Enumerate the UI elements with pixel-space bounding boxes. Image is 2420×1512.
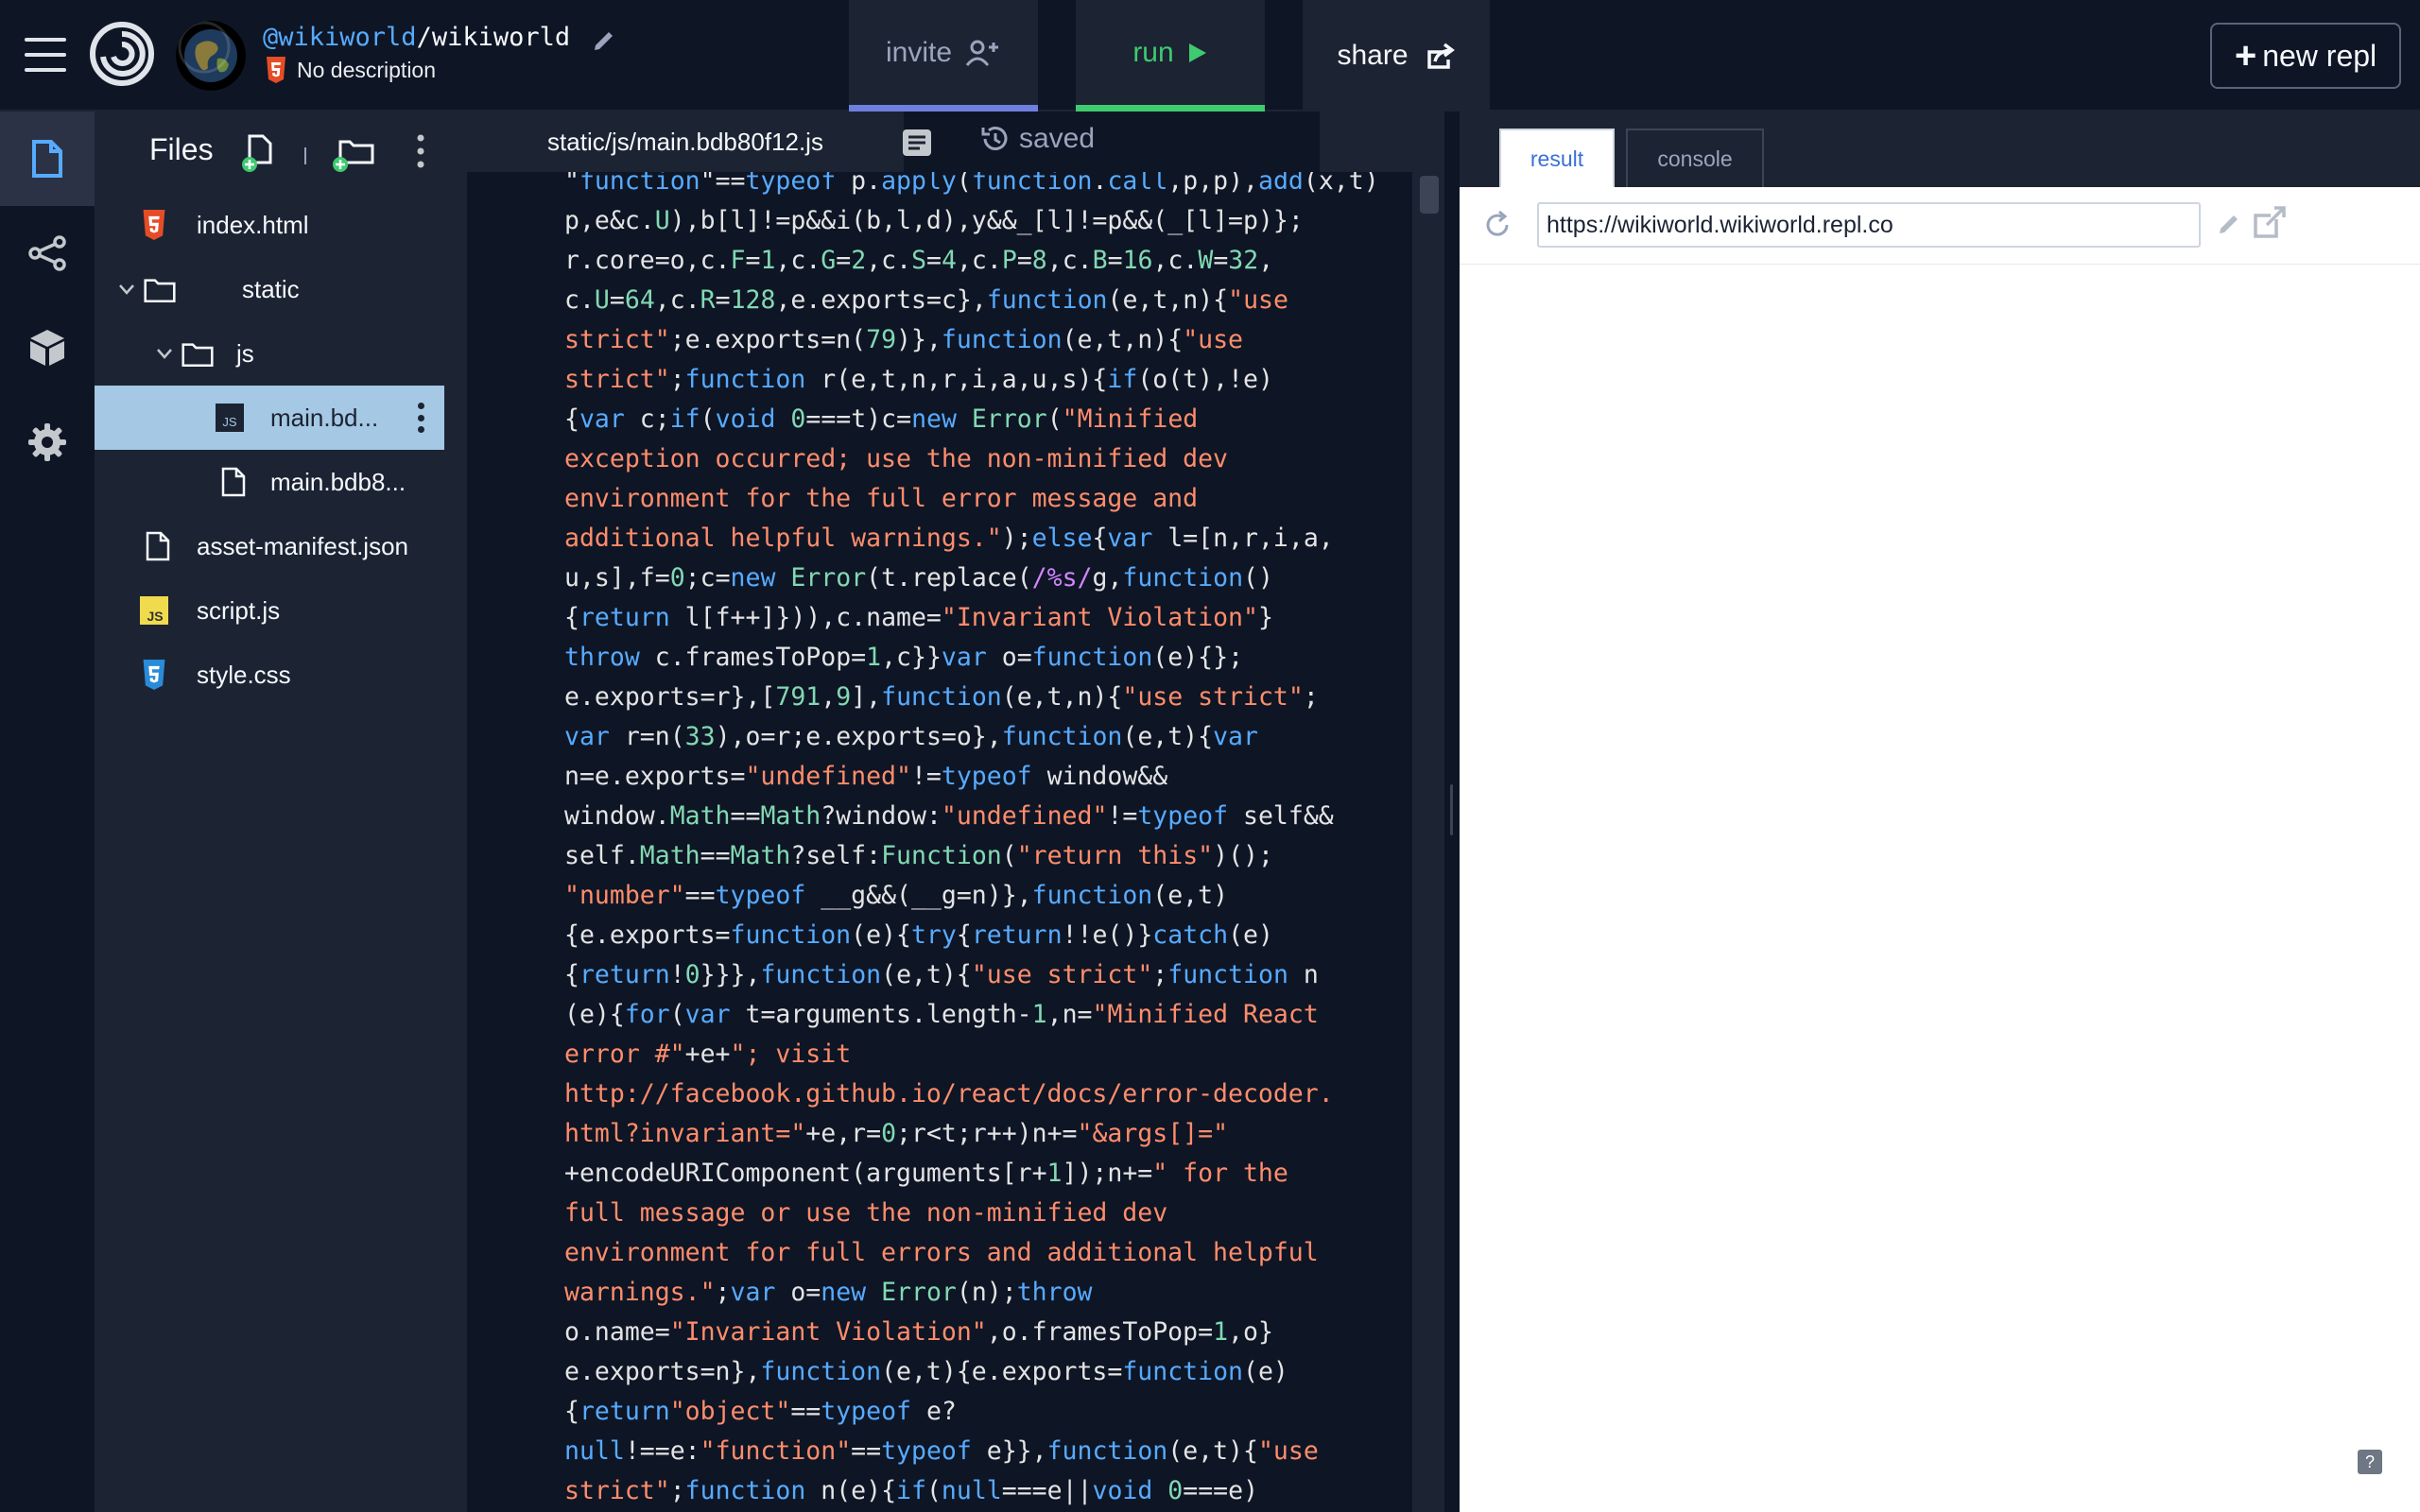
repl-description-row[interactable]: No description bbox=[265, 57, 436, 83]
invite-button[interactable]: invite bbox=[849, 0, 1038, 112]
file-asset-manifest[interactable]: asset-manifest.json bbox=[95, 514, 444, 578]
header-divider bbox=[304, 147, 306, 164]
preview-tab-bar: result console bbox=[1460, 112, 2420, 187]
html5-icon bbox=[138, 209, 170, 241]
preview-url-bar bbox=[1460, 187, 2420, 265]
repl-description: No description bbox=[297, 57, 437, 82]
avatar[interactable] bbox=[176, 21, 246, 91]
help-button[interactable]: ? bbox=[2358, 1450, 2382, 1474]
chevron-down-icon bbox=[119, 284, 134, 295]
preview-url-input[interactable] bbox=[1537, 202, 2201, 248]
editor-file-tab[interactable]: static/js/main.bdb80f12.js bbox=[463, 112, 908, 172]
js-file-icon: JS bbox=[214, 402, 246, 434]
code-editor: static/js/main.bdb80f12.js saved "functi… bbox=[444, 112, 1444, 1512]
file-label: main.bd... bbox=[270, 403, 379, 432]
code-text-area[interactable]: "function"==typeof p.apply(function.call… bbox=[467, 172, 1412, 1512]
files-title: Files bbox=[149, 132, 214, 166]
replit-logo-icon[interactable] bbox=[89, 21, 155, 87]
files-nav[interactable] bbox=[0, 112, 95, 206]
gear-icon bbox=[28, 423, 66, 461]
chevron-down-icon bbox=[157, 349, 172, 359]
top-bar: @wikiworld/wikiworld No description invi… bbox=[0, 0, 2420, 112]
invite-label: invite bbox=[885, 36, 953, 68]
settings-nav[interactable] bbox=[0, 395, 95, 490]
share-label: share bbox=[1337, 40, 1409, 71]
editor-tab-bar: static/js/main.bdb80f12.js saved bbox=[444, 112, 1444, 172]
folder-icon bbox=[182, 337, 214, 369]
editor-resize-handle[interactable] bbox=[1450, 784, 1453, 835]
packages-nav[interactable] bbox=[0, 301, 95, 395]
folder-static[interactable]: static bbox=[95, 257, 444, 321]
add-file-icon[interactable] bbox=[240, 130, 278, 174]
tab-result-label: result bbox=[1530, 146, 1584, 171]
editor-file-path: static/js/main.bdb80f12.js bbox=[547, 127, 823, 156]
title-separator: / bbox=[416, 23, 432, 52]
files-header: Files bbox=[95, 112, 444, 191]
pencil-icon[interactable] bbox=[2216, 208, 2244, 236]
folder-icon bbox=[144, 273, 176, 305]
file-label: index.html bbox=[197, 210, 309, 239]
history-icon bbox=[981, 127, 1008, 150]
package-icon bbox=[30, 330, 64, 366]
file-main-js[interactable]: JS main.bd... bbox=[95, 386, 444, 450]
folder-label: js bbox=[236, 338, 254, 368]
plus-icon: + bbox=[2234, 34, 2257, 77]
file-label: asset-manifest.json bbox=[197, 531, 408, 560]
css3-icon bbox=[138, 659, 170, 691]
more-options-icon[interactable] bbox=[416, 132, 425, 170]
repl-owner[interactable]: @wikiworld bbox=[263, 23, 417, 52]
save-status: saved bbox=[979, 123, 1095, 155]
scrollbar-thumb[interactable] bbox=[1420, 176, 1439, 214]
file-label: script.js bbox=[197, 595, 281, 625]
tab-console[interactable]: console bbox=[1626, 129, 1764, 187]
play-icon bbox=[1188, 43, 1206, 62]
pencil-icon[interactable] bbox=[590, 25, 618, 53]
activity-rail bbox=[0, 112, 95, 1512]
tab-result[interactable]: result bbox=[1499, 129, 1615, 187]
tab-console-label: console bbox=[1657, 146, 1733, 171]
share-icon bbox=[1426, 43, 1455, 69]
add-user-icon bbox=[965, 40, 999, 66]
menu-icon[interactable] bbox=[25, 38, 66, 72]
format-code-icon[interactable] bbox=[902, 129, 932, 157]
html5-icon bbox=[267, 57, 285, 83]
file-index-html[interactable]: index.html bbox=[95, 193, 444, 257]
editor-scrollbar[interactable] bbox=[1414, 172, 1443, 1512]
version-control-nav[interactable] bbox=[0, 206, 95, 301]
share-nodes-icon bbox=[28, 235, 66, 271]
file-label: main.bdb8... bbox=[270, 467, 406, 496]
file-icon bbox=[142, 530, 174, 562]
new-repl-button[interactable]: + new repl bbox=[2210, 23, 2401, 89]
save-status-label: saved bbox=[1019, 123, 1096, 154]
run-label: run bbox=[1132, 36, 1174, 68]
new-repl-label: new repl bbox=[2262, 38, 2377, 73]
open-in-new-tab-icon[interactable] bbox=[2252, 204, 2290, 240]
repl-title[interactable]: @wikiworld/wikiworld bbox=[263, 23, 570, 52]
editor-toolbar bbox=[904, 112, 1320, 172]
svg-text:JS: JS bbox=[147, 609, 163, 624]
help-label: ? bbox=[2364, 1452, 2375, 1471]
share-button[interactable]: share bbox=[1303, 0, 1490, 112]
file-icon bbox=[217, 466, 250, 498]
files-panel: Files index.html static js JS main.bd...… bbox=[95, 112, 444, 1512]
file-main-map[interactable]: main.bdb8... bbox=[95, 450, 444, 514]
file-script-js[interactable]: JS script.js bbox=[95, 578, 444, 643]
folder-js[interactable]: js bbox=[95, 321, 444, 386]
file-style-css[interactable]: style.css bbox=[95, 643, 444, 707]
preview-pane: result console ? bbox=[1460, 112, 2420, 1512]
folder-label: static bbox=[242, 274, 300, 303]
reload-icon[interactable] bbox=[1480, 208, 1514, 242]
add-folder-icon[interactable] bbox=[331, 130, 378, 174]
run-button[interactable]: run bbox=[1076, 0, 1265, 112]
svg-text:JS: JS bbox=[222, 415, 237, 429]
code-content: "function"==typeof p.apply(function.call… bbox=[564, 172, 1379, 1505]
repl-name: wikiworld bbox=[431, 23, 571, 52]
more-options-icon[interactable] bbox=[418, 403, 425, 433]
file-icon bbox=[32, 140, 62, 178]
file-label: style.css bbox=[197, 660, 291, 689]
javascript-icon: JS bbox=[138, 594, 170, 627]
